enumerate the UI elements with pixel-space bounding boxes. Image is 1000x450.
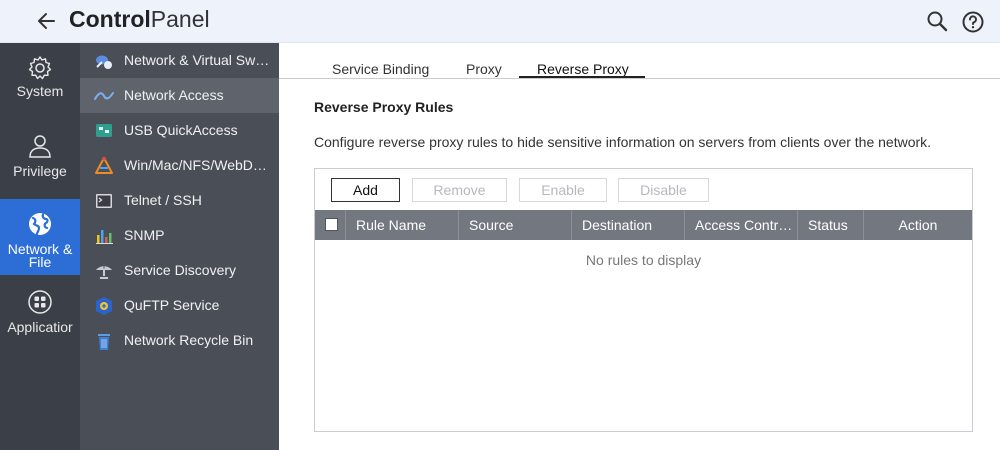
select-all-checkbox[interactable] xyxy=(325,218,338,231)
subnav-item-network-virtual-switch[interactable]: Network & Virtual Sw… xyxy=(80,43,279,78)
subnav-label: Network & Virtual Sw… xyxy=(124,52,270,68)
subnav-label: USB QuickAccess xyxy=(124,122,238,138)
globe-icon xyxy=(29,213,51,236)
column-status[interactable]: Status xyxy=(798,210,864,240)
active-tab-indicator xyxy=(519,76,645,78)
rail-item-privilege[interactable]: Privilege xyxy=(0,131,80,186)
empty-table-message: No rules to display xyxy=(585,252,702,268)
column-destination[interactable]: Destination xyxy=(572,210,685,240)
subnav-label: Network Access xyxy=(124,87,224,103)
subnav-label: SNMP xyxy=(124,227,165,243)
section-title: Reverse Proxy Rules xyxy=(314,99,454,115)
subnav-item-network-access[interactable]: Network Access xyxy=(80,78,279,113)
rail-item-network-file[interactable]: Network & File xyxy=(0,199,80,275)
rail-label-system: System xyxy=(16,83,64,99)
subnav-label: Win/Mac/NFS/WebD… xyxy=(124,157,267,173)
app-title: ControlPanel xyxy=(69,6,210,33)
ftp-icon xyxy=(96,297,112,315)
rail-item-applications[interactable]: Applicatior xyxy=(0,287,80,342)
rules-panel: Add Remove Enable Disable Rule Name Sour… xyxy=(314,168,973,432)
tab-bar: Service Binding Proxy Reverse Proxy xyxy=(279,43,1000,79)
main-content: Service Binding Proxy Reverse Proxy Reve… xyxy=(279,43,1000,450)
rail-label-applications: Applicatior xyxy=(7,319,73,335)
recycle-bin-icon xyxy=(98,334,110,350)
subnav-item-network-recycle-bin[interactable]: Network Recycle Bin xyxy=(80,323,279,358)
back-arrow-icon[interactable] xyxy=(36,9,58,33)
network-switch-icon xyxy=(96,55,112,69)
subnav-item-service-discovery[interactable]: Service Discovery xyxy=(80,253,279,288)
enable-button[interactable]: Enable xyxy=(519,178,607,202)
app-title-bold: Control xyxy=(69,6,151,32)
rail-label-privilege: Privilege xyxy=(13,163,67,179)
subnav-item-telnet-ssh[interactable]: Telnet / SSH xyxy=(80,183,279,218)
rail-item-system[interactable]: System xyxy=(0,53,80,108)
subnav-label: Network Recycle Bin xyxy=(124,332,254,348)
apps-grid-icon xyxy=(28,290,52,314)
subnav-label: QuFTP Service xyxy=(124,297,220,313)
tab-reverse-proxy[interactable]: Reverse Proxy xyxy=(537,61,629,77)
category-rail: System Privilege Network & File Applicat… xyxy=(0,43,80,450)
section-description: Configure reverse proxy rules to hide se… xyxy=(314,134,932,150)
subnav-label: Service Discovery xyxy=(124,262,237,278)
column-source[interactable]: Source xyxy=(459,210,572,240)
add-button[interactable]: Add xyxy=(331,178,400,202)
subnav-item-snmp[interactable]: SNMP xyxy=(80,218,279,253)
subnav-item-quftp[interactable]: QuFTP Service xyxy=(80,288,279,323)
disable-button[interactable]: Disable xyxy=(618,178,709,202)
table-header: Rule Name Source Destination Access Cont… xyxy=(315,210,972,240)
tab-proxy[interactable]: Proxy xyxy=(466,61,502,77)
rail-label-network-line2: File xyxy=(28,254,52,270)
satellite-dish-icon xyxy=(96,266,112,279)
select-all-cell xyxy=(315,210,346,240)
win-mac-nfs-icon xyxy=(95,156,113,174)
column-rule-name[interactable]: Rule Name xyxy=(346,210,459,240)
column-action: Action xyxy=(898,217,938,233)
help-icon[interactable] xyxy=(961,10,985,34)
user-icon xyxy=(29,135,51,158)
subnav-label: Telnet / SSH xyxy=(124,192,202,208)
tab-service-binding[interactable]: Service Binding xyxy=(332,61,429,77)
network-access-icon xyxy=(94,92,114,100)
subnav-item-win-mac-nfs[interactable]: Win/Mac/NFS/WebD… xyxy=(80,148,279,183)
terminal-icon xyxy=(96,194,112,208)
top-header: ControlPanel xyxy=(0,0,1000,43)
gear-icon xyxy=(28,56,52,80)
column-access-control[interactable]: Access Contr… xyxy=(685,210,798,240)
subnav-item-usb-quickaccess[interactable]: USB QuickAccess xyxy=(80,113,279,148)
usb-quickaccess-icon xyxy=(96,124,112,137)
remove-button[interactable]: Remove xyxy=(412,178,507,202)
sub-navigation: Network & Virtual Sw… Network Access USB… xyxy=(80,43,279,450)
snmp-chart-icon xyxy=(96,230,113,244)
search-icon[interactable] xyxy=(926,10,948,32)
app-title-light: Panel xyxy=(150,6,210,32)
